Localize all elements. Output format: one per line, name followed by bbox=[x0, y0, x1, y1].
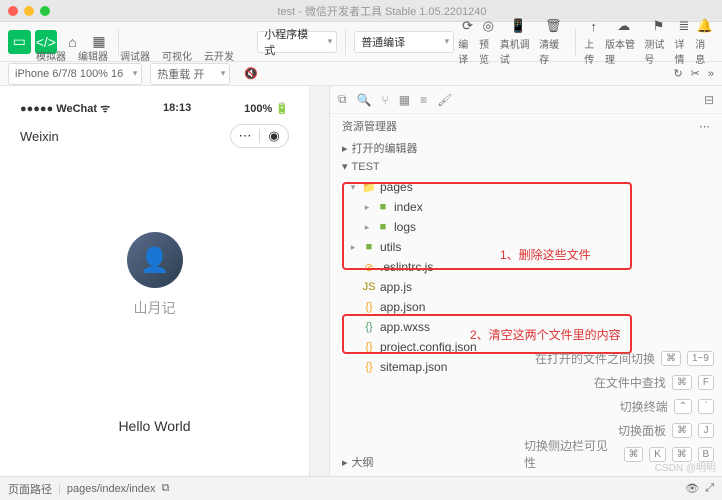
tool-真机调试[interactable]: 📱真机调试 bbox=[500, 17, 537, 66]
db-icon[interactable]: ≡ bbox=[420, 93, 427, 107]
file-pages[interactable]: ▾📁pages bbox=[330, 177, 722, 197]
files-icon[interactable]: ⧉ bbox=[338, 92, 347, 107]
file-utils[interactable]: ▸■utils bbox=[330, 237, 722, 257]
watermark: CSDN @明明 bbox=[655, 459, 716, 474]
explorer-panel: ⧉ 🔍 ⑂ ▦ ≡ 🖌 ⊟ 资源管理器 ⋯ ▸打开的编辑器 ▾TEST ▾📁pa… bbox=[330, 86, 722, 476]
capsule-more-icon[interactable]: ⋯ bbox=[231, 128, 259, 144]
hello-text: Hello World bbox=[118, 418, 190, 434]
capsule[interactable]: ⋯ ◉ bbox=[230, 124, 289, 148]
capsule-close-icon[interactable]: ◉ bbox=[260, 128, 288, 144]
footer: 页面路径 | pages/index/index ⧉ 👁 ⤢ bbox=[0, 476, 722, 500]
hint-row: 在打开的文件之间切换⌘1~9 bbox=[524, 346, 714, 370]
zoom-dot[interactable] bbox=[40, 6, 50, 16]
battery-icon: 🔋 bbox=[275, 103, 289, 115]
simulator-panel: ●●●●● WeChat ᯤ 18:13 100% 🔋 Weixin ⋯ ◉ 👤… bbox=[0, 86, 310, 476]
mode-dropdown[interactable]: 小程序模式 bbox=[257, 31, 337, 53]
tool-清缓存[interactable]: 🗑清缓存 bbox=[539, 17, 567, 66]
page-path[interactable]: pages/index/index bbox=[67, 483, 156, 495]
file-app.json[interactable]: {}app.json bbox=[330, 297, 722, 317]
tool-上传[interactable]: ↑上传 bbox=[584, 17, 603, 66]
file-index[interactable]: ▸■index bbox=[330, 197, 722, 217]
mute-icon[interactable]: 🔇 bbox=[244, 67, 258, 80]
ext-icon[interactable]: ▦ bbox=[399, 93, 410, 107]
tool-预览[interactable]: ◎预览 bbox=[479, 17, 498, 66]
cut-icon[interactable]: ✂ bbox=[691, 67, 700, 80]
tab-编辑器[interactable]: 编辑器 bbox=[78, 48, 108, 63]
branch-icon[interactable]: ⑂ bbox=[382, 93, 389, 107]
hint-row: 切换终端⌃` bbox=[524, 394, 714, 418]
nav-title: Weixin bbox=[20, 129, 59, 144]
tab-可视化[interactable]: 可视化 bbox=[162, 48, 192, 63]
tab-云开发[interactable]: 云开发 bbox=[204, 48, 234, 63]
close-dot[interactable] bbox=[8, 6, 18, 16]
tool-消息[interactable]: 🔔消息 bbox=[695, 17, 714, 66]
file-app.wxss[interactable]: {}app.wxss bbox=[330, 317, 722, 337]
layout-icon[interactable]: ⊟ bbox=[704, 93, 714, 107]
expand-icon[interactable]: ⤢ bbox=[705, 482, 714, 495]
explorer-more-icon[interactable]: ⋯ bbox=[699, 120, 710, 133]
phone-nav: Weixin ⋯ ◉ bbox=[10, 120, 299, 152]
simulator-button[interactable]: ▭ bbox=[8, 30, 31, 54]
nickname: 山月记 bbox=[134, 298, 176, 318]
open-editors-section[interactable]: ▸打开的编辑器 bbox=[330, 138, 722, 158]
device-dropdown[interactable]: iPhone 6/7/8 100% 16 bbox=[8, 63, 142, 85]
search-icon[interactable]: 🔍 bbox=[357, 93, 372, 107]
copy-icon[interactable]: ⧉ bbox=[162, 482, 170, 495]
explorer-title-row: 资源管理器 ⋯ bbox=[330, 114, 722, 138]
file-.eslintrc.js[interactable]: ⊘.eslintrc.js bbox=[330, 257, 722, 277]
more-icon[interactable]: » bbox=[708, 68, 714, 80]
brush-icon[interactable]: 🖌 bbox=[437, 93, 452, 107]
rotate-icon[interactable]: ↻ bbox=[673, 67, 682, 80]
gutter[interactable] bbox=[310, 86, 330, 476]
hotreload-dropdown[interactable]: 热重载 开 bbox=[150, 63, 230, 85]
phone-time: 18:13 bbox=[163, 102, 191, 114]
traffic-lights bbox=[8, 6, 50, 16]
file-logs[interactable]: ▸■logs bbox=[330, 217, 722, 237]
minimize-dot[interactable] bbox=[24, 6, 34, 16]
avatar[interactable]: 👤 bbox=[127, 232, 183, 288]
tool-编译[interactable]: ⟳编译 bbox=[458, 17, 477, 66]
tool-版本管理[interactable]: ☁版本管理 bbox=[605, 17, 642, 66]
file-app.js[interactable]: JSapp.js bbox=[330, 277, 722, 297]
phone-statusbar: ●●●●● WeChat ᯤ 18:13 100% 🔋 bbox=[10, 96, 299, 120]
outline-section[interactable]: ▸大纲 bbox=[330, 452, 386, 472]
wifi-icon: ᯤ bbox=[100, 103, 110, 115]
project-section[interactable]: ▾TEST bbox=[330, 158, 722, 175]
tool-测试号[interactable]: ⚑测试号 bbox=[644, 17, 672, 66]
hint-row: 在文件中查找⌘F bbox=[524, 370, 714, 394]
editor-tabs: ⧉ 🔍 ⑂ ▦ ≡ 🖌 ⊟ bbox=[330, 86, 722, 114]
tab-调试器[interactable]: 调试器 bbox=[120, 48, 150, 63]
tool-详情[interactable]: ≣详情 bbox=[675, 17, 694, 66]
compile-dropdown[interactable]: 普通编译 bbox=[354, 31, 454, 53]
tab-模拟器[interactable]: 模拟器 bbox=[36, 48, 66, 63]
preview-icon[interactable]: 👁 bbox=[685, 482, 699, 495]
